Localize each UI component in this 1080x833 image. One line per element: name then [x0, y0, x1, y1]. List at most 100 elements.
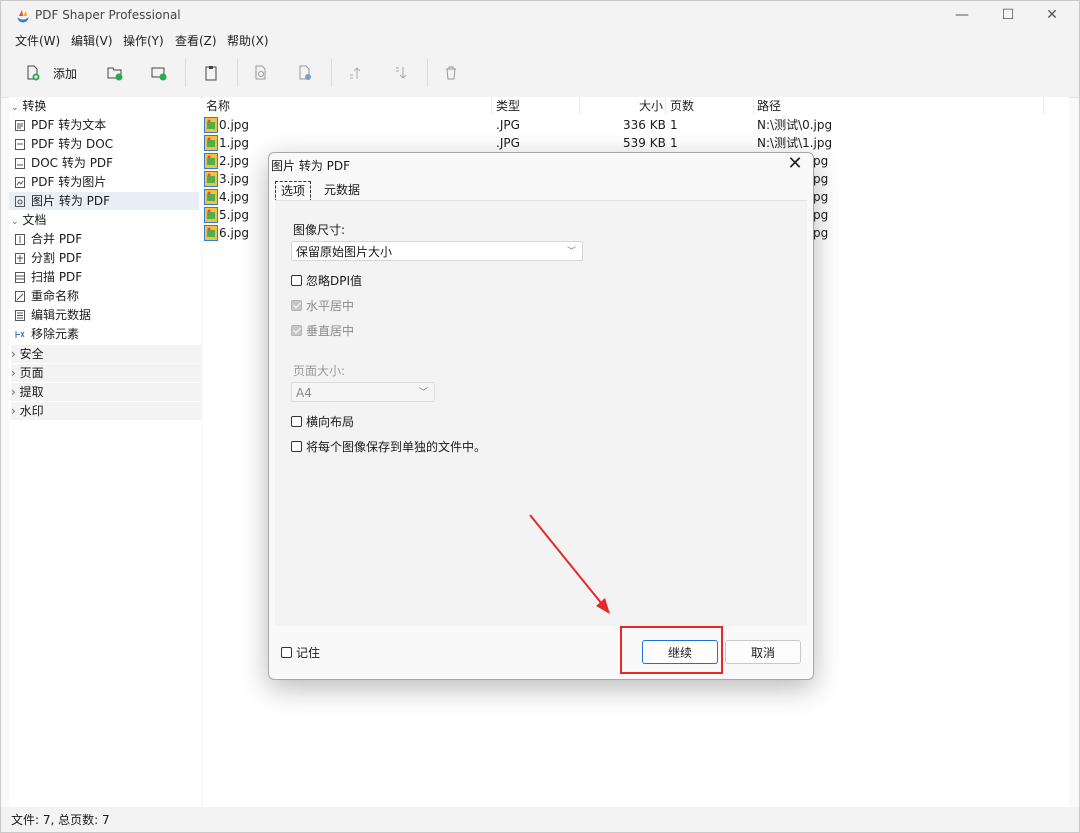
toolbar-separator	[185, 59, 186, 87]
dialog-close-button[interactable]: ✕	[785, 153, 805, 175]
metadata-icon	[15, 310, 25, 321]
sidebar-item-label: 重命名称	[31, 289, 80, 303]
app-logo-icon	[17, 10, 29, 23]
image-pdf-icon	[15, 196, 25, 207]
column-header-pages[interactable]: 页数	[670, 97, 694, 114]
sidebar-group-convert[interactable]: ⌄ 转换	[11, 97, 201, 115]
sidebar-item-rename[interactable]: 重命名称	[9, 287, 199, 305]
move-down-icon[interactable]	[393, 61, 409, 85]
column-divider	[1043, 97, 1044, 115]
sidebar-group-document[interactable]: ⌄ 文档	[11, 211, 201, 229]
sidebar-item-pdf-to-doc[interactable]: PDF 转为 DOC	[9, 135, 199, 153]
sidebar-group-extract[interactable]: › 提取	[11, 383, 201, 401]
sidebar-item-edit-metadata[interactable]: 编辑元数据	[9, 306, 199, 324]
sidebar-group-watermark[interactable]: › 水印	[11, 402, 201, 420]
checkbox-box[interactable]	[281, 646, 292, 658]
center-horizontal-checkbox[interactable]: 水平居中	[291, 297, 354, 313]
menu-bar: 文件(W) 编辑(V) 操作(Y) 查看(Z) 帮助(X)	[1, 31, 1079, 49]
sidebar-item-label: 分割 PDF	[31, 251, 83, 265]
sidebar-group-pages[interactable]: › 页面	[11, 364, 201, 382]
add-file-icon	[27, 65, 40, 81]
column-header-size[interactable]: 大小	[639, 97, 663, 114]
file-path: N:\测试\1.jpg	[757, 136, 833, 150]
minimize-button[interactable]: —	[939, 1, 985, 31]
menu-help[interactable]: 帮助(X)	[227, 32, 269, 49]
menu-file[interactable]: 文件(W)	[15, 32, 60, 49]
chevron-down-icon: ⌄	[11, 217, 19, 227]
jpg-file-icon	[204, 207, 218, 223]
sidebar-item-pdf-to-image[interactable]: PDF 转为图片	[9, 173, 199, 191]
chevron-down-icon: ⌄	[11, 103, 19, 113]
column-divider	[753, 97, 754, 115]
sidebar-item-remove-elements[interactable]: 移除元素	[9, 325, 199, 343]
column-header-type[interactable]: 类型	[496, 97, 520, 114]
sidebar-group-security[interactable]: › 安全	[11, 345, 201, 363]
table-row[interactable]: 1.jpg .JPG 539 KB 1 N:\测试\1.jpg	[203, 134, 1069, 152]
sidebar-item-label: 移除元素	[31, 327, 80, 341]
scan-icon	[15, 272, 25, 283]
add-label: 添加	[53, 66, 78, 81]
file-name: 3.jpg	[219, 172, 250, 186]
tab-options[interactable]: 选项	[275, 181, 312, 202]
file-path: pg	[813, 172, 829, 186]
checkbox-box[interactable]	[291, 324, 302, 336]
checkbox-label: 横向布局	[306, 414, 355, 429]
menu-edit[interactable]: 编辑(V)	[71, 32, 113, 49]
column-divider	[579, 97, 580, 115]
status-text: 文件: 7, 总页数: 7	[11, 813, 110, 827]
add-scan-icon[interactable]	[151, 61, 167, 85]
file-name: 6.jpg	[219, 226, 250, 240]
file-path: pg	[813, 208, 829, 222]
checkbox-box[interactable]	[291, 299, 302, 311]
sidebar-item-scan-pdf[interactable]: 扫描 PDF	[9, 268, 199, 286]
file-name: 2.jpg	[219, 154, 250, 168]
sidebar-item-doc-to-pdf[interactable]: DOC 转为 PDF	[9, 154, 199, 172]
tab-metadata[interactable]: 元数据	[319, 181, 365, 200]
cancel-button[interactable]: 取消	[725, 640, 801, 664]
checkbox-box[interactable]	[291, 415, 302, 427]
page-size-label: 页面大小:	[293, 364, 346, 378]
menu-view[interactable]: 查看(Z)	[175, 32, 217, 49]
sidebar-item-image-to-pdf[interactable]: 图片 转为 PDF	[9, 192, 199, 210]
sidebar-item-label: DOC 转为 PDF	[31, 156, 114, 170]
menu-actions[interactable]: 操作(Y)	[123, 32, 164, 49]
split-icon	[15, 253, 25, 264]
checkbox-box[interactable]	[291, 274, 302, 286]
close-button[interactable]: ✕	[1029, 1, 1075, 31]
image-to-pdf-dialog: 图片 转为 PDF ✕ 选项 元数据 图像尺寸: 保留原始图片大小 ﹀ 忽略DP…	[268, 152, 814, 680]
column-header-path[interactable]: 路径	[757, 97, 781, 114]
file-path: pg	[813, 154, 829, 168]
page-size-value: A4	[296, 386, 312, 400]
clipboard-icon[interactable]	[203, 61, 219, 85]
sidebar-item-split-pdf[interactable]: 分割 PDF	[9, 249, 199, 267]
move-up-icon[interactable]	[347, 61, 363, 85]
remember-checkbox[interactable]: 记住	[281, 644, 320, 660]
column-header-name[interactable]: 名称	[206, 97, 230, 114]
image-size-select[interactable]: 保留原始图片大小 ﹀	[291, 241, 583, 261]
page-size-select[interactable]: A4 ﹀	[291, 382, 435, 402]
file-pages: 1	[670, 136, 678, 150]
checkbox-box[interactable]	[291, 440, 302, 452]
center-vertical-checkbox[interactable]: 垂直居中	[291, 322, 354, 338]
merge-icon	[15, 234, 25, 245]
add-folder-icon[interactable]	[107, 61, 123, 85]
remove-elements-icon	[15, 331, 25, 338]
rename-icon	[15, 291, 25, 302]
chevron-right-icon: ›	[11, 366, 16, 380]
table-row[interactable]: 0.jpg .JPG 336 KB 1 N:\测试\0.jpg	[203, 116, 1069, 134]
status-bar: 文件: 7, 总页数: 7	[1, 807, 1079, 832]
file-info-icon[interactable]	[297, 61, 313, 85]
preview-icon[interactable]	[253, 61, 269, 85]
separate-files-checkbox[interactable]: 将每个图像保存到单独的文件中。	[291, 438, 486, 454]
jpg-file-icon	[204, 135, 218, 151]
delete-icon[interactable]	[443, 61, 459, 85]
ignore-dpi-checkbox[interactable]: 忽略DPI值	[291, 272, 362, 288]
landscape-checkbox[interactable]: 横向布局	[291, 413, 354, 429]
sidebar-item-pdf-to-text[interactable]: PDF 转为文本	[9, 116, 199, 134]
sidebar-item-merge-pdf[interactable]: 合并 PDF	[9, 230, 199, 248]
maximize-button[interactable]: ☐	[985, 1, 1031, 31]
sidebar-item-label: 图片 转为 PDF	[31, 194, 111, 208]
group-label: 水印	[19, 404, 44, 418]
add-files-button[interactable]: 添加	[25, 61, 77, 85]
toolbar-separator	[427, 59, 428, 87]
